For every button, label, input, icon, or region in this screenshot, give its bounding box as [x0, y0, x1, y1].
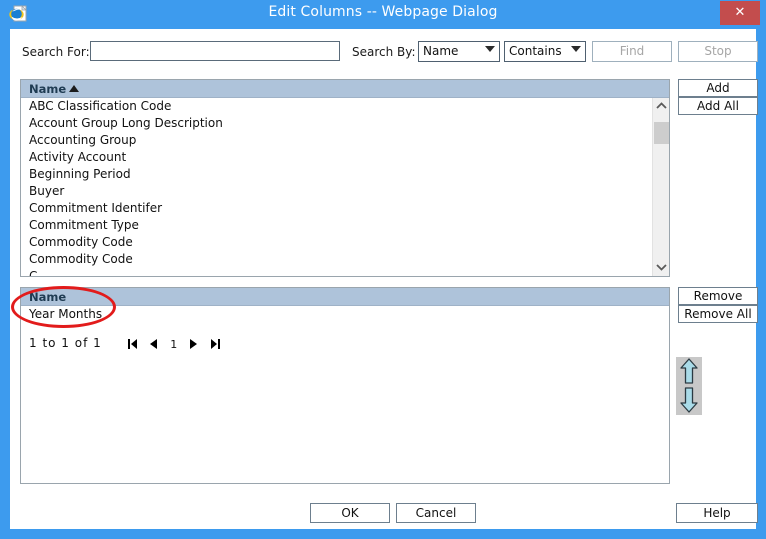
- window-title: Edit Columns -- Webpage Dialog: [268, 4, 498, 20]
- search-field-value: Name: [423, 44, 459, 58]
- search-toolbar: Search For: Search By: Name Contains Fin…: [10, 41, 758, 67]
- pager-range-text: 1 to 1 of 1: [29, 336, 102, 350]
- list-item[interactable]: Commitment Type: [21, 217, 669, 234]
- add-all-button[interactable]: Add All: [678, 97, 758, 115]
- list-item[interactable]: Buyer: [21, 183, 669, 200]
- arrow-up-icon[interactable]: [676, 357, 702, 386]
- next-page-icon[interactable]: [189, 338, 198, 350]
- list-item[interactable]: Account Group Long Description: [21, 115, 669, 132]
- arrow-down-icon[interactable]: [676, 386, 702, 415]
- search-for-label: Search For:: [22, 45, 90, 59]
- previous-page-icon[interactable]: [149, 338, 158, 350]
- search-by-label: Search By:: [352, 45, 416, 59]
- search-operator-dropdown[interactable]: Contains: [504, 41, 586, 62]
- scrollbar-thumb[interactable]: [654, 122, 669, 144]
- chevron-down-icon: [485, 46, 495, 52]
- list-item[interactable]: C: [21, 268, 669, 276]
- available-list-header[interactable]: Name: [21, 80, 669, 98]
- sort-ascending-icon: [69, 85, 79, 92]
- stop-button[interactable]: Stop: [678, 41, 758, 62]
- reorder-controls: [676, 357, 702, 415]
- list-item[interactable]: Accounting Group: [21, 132, 669, 149]
- list-item[interactable]: Beginning Period: [21, 166, 669, 183]
- pager-navigation: 1: [124, 337, 224, 351]
- available-list-header-label: Name: [29, 82, 67, 96]
- close-button[interactable]: ✕: [720, 1, 760, 25]
- help-button[interactable]: Help: [676, 503, 758, 523]
- chevron-down-icon: [571, 46, 581, 52]
- list-item[interactable]: Commodity Code: [21, 234, 669, 251]
- list-item[interactable]: Activity Account: [21, 149, 669, 166]
- list-item[interactable]: Year Months: [21, 306, 669, 323]
- list-item[interactable]: ABC Classification Code: [21, 98, 669, 115]
- chevron-up-icon[interactable]: [653, 98, 669, 115]
- chevron-down-icon[interactable]: [653, 259, 669, 276]
- remove-button[interactable]: Remove: [678, 287, 758, 305]
- selected-list-header-label: Name: [29, 290, 67, 304]
- available-list-scrollbar[interactable]: [652, 98, 669, 276]
- first-page-icon[interactable]: [127, 338, 138, 350]
- selected-columns-list: Name Year Months 1 to 1 of 1 1: [20, 287, 670, 484]
- title-bar[interactable]: Edit Columns -- Webpage Dialog ✕: [0, 0, 766, 29]
- find-button[interactable]: Find: [592, 41, 672, 62]
- available-columns-list: Name ABC Classification Code Account Grou…: [20, 79, 670, 277]
- search-input[interactable]: [90, 41, 340, 61]
- selected-list-header[interactable]: Name: [21, 288, 669, 306]
- last-page-icon[interactable]: [210, 338, 220, 350]
- cancel-button[interactable]: Cancel: [396, 503, 476, 523]
- search-operator-value: Contains: [509, 44, 562, 58]
- pager-current-page[interactable]: 1: [170, 338, 177, 351]
- pager: 1 to 1 of 1 1: [29, 336, 224, 354]
- dialog-client-area: Search For: Search By: Name Contains Fin…: [10, 29, 758, 529]
- available-list-body[interactable]: ABC Classification Code Account Group Lon…: [21, 98, 669, 276]
- add-button[interactable]: Add: [678, 79, 758, 97]
- list-item[interactable]: Commitment Identifer: [21, 200, 669, 217]
- search-field-dropdown[interactable]: Name: [418, 41, 500, 62]
- ok-button[interactable]: OK: [310, 503, 390, 523]
- webpage-dialog-window: Edit Columns -- Webpage Dialog ✕ Search …: [0, 0, 766, 539]
- selected-list-body[interactable]: Year Months: [21, 306, 669, 483]
- list-item[interactable]: Commodity Code: [21, 251, 669, 268]
- remove-all-button[interactable]: Remove All: [678, 305, 758, 323]
